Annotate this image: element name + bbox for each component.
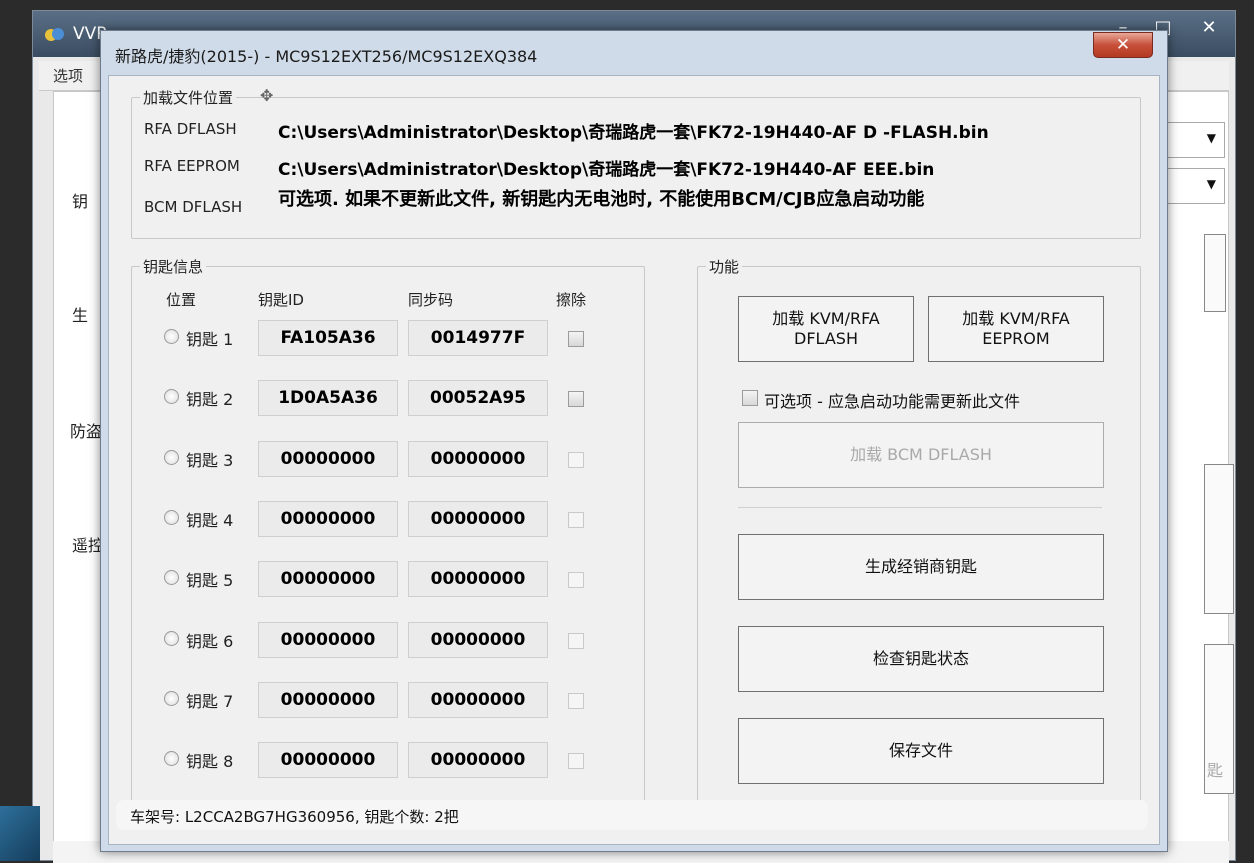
key-info-group: 钥匙信息 位置 钥匙ID 同步码 擦除 钥匙 1 FA105A36 0014977F… bbox=[131, 256, 645, 802]
status-text: 车架号: L2CCA2BG7HG360956, 钥匙个数: 2把 bbox=[130, 808, 459, 826]
key-radio[interactable] bbox=[164, 329, 179, 344]
key-label: 钥匙 4 bbox=[186, 511, 234, 530]
app-icon bbox=[45, 28, 64, 41]
sync-code-field: 0014977F bbox=[408, 320, 548, 356]
key-id-field: 00000000 bbox=[258, 441, 398, 477]
sync-code-field: 00052A95 bbox=[408, 380, 548, 416]
background-combo-2[interactable]: ▼ bbox=[1159, 168, 1225, 204]
background-panel-3: 匙 bbox=[1204, 644, 1234, 794]
dialog-title: 新路虎/捷豹(2015-) - MC9S12EXT256/MC9S12EXQ38… bbox=[115, 47, 538, 66]
sync-code-field: 00000000 bbox=[408, 682, 548, 718]
desktop-accent bbox=[0, 806, 40, 861]
optional-bcm-checkbox[interactable] bbox=[742, 390, 758, 406]
key-radio[interactable] bbox=[164, 570, 179, 585]
key-radio[interactable] bbox=[164, 631, 179, 646]
background-panel-text: 匙 bbox=[1207, 761, 1224, 780]
file-note: 可选项. 如果不更新此文件, 新钥匙内无电池时, 不能使用BCM/CJB应急启动… bbox=[278, 189, 925, 210]
close-icon[interactable]: ✕ bbox=[1093, 32, 1153, 58]
move-cursor-icon: ✥ bbox=[260, 86, 274, 105]
function-group: 功能 加载 KVM/RFA DFLASH 加载 KVM/RFA EEPROM 可… bbox=[697, 256, 1141, 802]
sync-code-field: 00000000 bbox=[408, 501, 548, 537]
key-id-field: FA105A36 bbox=[258, 320, 398, 356]
key-id-field: 00000000 bbox=[258, 622, 398, 658]
chevron-down-icon: ▼ bbox=[1206, 177, 1216, 191]
status-bar: 车架号: L2CCA2BG7HG360956, 钥匙个数: 2把 bbox=[116, 800, 1148, 830]
erase-checkbox[interactable] bbox=[568, 753, 584, 769]
background-panel-1 bbox=[1204, 234, 1226, 312]
key-id-field: 00000000 bbox=[258, 561, 398, 597]
background-label-key: 钥 bbox=[72, 192, 89, 211]
key-row: 钥匙 3 00000000 00000000 bbox=[132, 438, 644, 478]
dialog-client: 加载文件位置 ✥ RFA DFLASH C:\Users\Administrat… bbox=[108, 75, 1160, 845]
optional-bcm-label: 可选项 - 应急启动功能需更新此文件 bbox=[764, 392, 1020, 411]
file-label: RFA EEPROM bbox=[144, 157, 240, 175]
key-row: 钥匙 4 00000000 00000000 bbox=[132, 498, 644, 538]
key-label: 钥匙 7 bbox=[186, 692, 234, 711]
load-kvm-rfa-dflash-button[interactable]: 加载 KVM/RFA DFLASH bbox=[738, 296, 914, 362]
file-path: C:\Users\Administrator\Desktop\奇瑞路虎一套\FK… bbox=[278, 123, 989, 143]
erase-checkbox[interactable] bbox=[568, 633, 584, 649]
file-label: RFA DFLASH bbox=[144, 120, 237, 138]
header-sync-code: 同步码 bbox=[408, 291, 454, 309]
header-key-id: 钥匙ID bbox=[258, 291, 304, 309]
key-row: 钥匙 8 00000000 00000000 bbox=[132, 739, 644, 779]
erase-checkbox[interactable] bbox=[568, 572, 584, 588]
function-legend: 功能 bbox=[706, 256, 743, 277]
key-row: 钥匙 1 FA105A36 0014977F bbox=[132, 317, 644, 357]
key-programming-dialog: 新路虎/捷豹(2015-) - MC9S12EXT256/MC9S12EXQ38… bbox=[100, 30, 1168, 852]
erase-checkbox[interactable] bbox=[568, 693, 584, 709]
key-row: 钥匙 6 00000000 00000000 bbox=[132, 619, 644, 659]
key-radio[interactable] bbox=[164, 389, 179, 404]
key-label: 钥匙 3 bbox=[186, 451, 234, 470]
file-path: C:\Users\Administrator\Desktop\奇瑞路虎一套\FK… bbox=[278, 160, 935, 180]
check-key-status-button[interactable]: 检查钥匙状态 bbox=[738, 626, 1104, 692]
key-radio[interactable] bbox=[164, 691, 179, 706]
sync-code-field: 00000000 bbox=[408, 742, 548, 778]
erase-checkbox[interactable] bbox=[568, 331, 584, 347]
key-id-field: 00000000 bbox=[258, 501, 398, 537]
load-bcm-dflash-button[interactable]: 加载 BCM DFLASH bbox=[738, 422, 1104, 488]
file-location-legend: 加载文件位置 bbox=[140, 87, 237, 108]
separator bbox=[738, 507, 1102, 508]
close-icon[interactable]: ✕ bbox=[1189, 15, 1229, 41]
key-label: 钥匙 8 bbox=[186, 752, 234, 771]
sync-code-field: 00000000 bbox=[408, 441, 548, 477]
erase-checkbox[interactable] bbox=[568, 452, 584, 468]
key-row: 钥匙 2 1D0A5A36 00052A95 bbox=[132, 377, 644, 417]
background-combo-1[interactable]: ▼ bbox=[1159, 122, 1225, 158]
menu-options[interactable]: 选项 bbox=[53, 65, 83, 86]
key-id-field: 00000000 bbox=[258, 682, 398, 718]
key-label: 钥匙 6 bbox=[186, 632, 234, 651]
header-position: 位置 bbox=[166, 291, 197, 309]
sync-code-field: 00000000 bbox=[408, 622, 548, 658]
background-panel-2 bbox=[1204, 464, 1234, 614]
file-label: BCM DFLASH bbox=[144, 198, 243, 216]
save-file-button[interactable]: 保存文件 bbox=[738, 718, 1104, 784]
header-erase: 擦除 bbox=[556, 291, 587, 309]
load-kvm-rfa-eeprom-button[interactable]: 加载 KVM/RFA EEPROM bbox=[928, 296, 1104, 362]
sync-code-field: 00000000 bbox=[408, 561, 548, 597]
chevron-down-icon: ▼ bbox=[1206, 131, 1216, 145]
key-radio[interactable] bbox=[164, 450, 179, 465]
key-id-field: 1D0A5A36 bbox=[258, 380, 398, 416]
key-label: 钥匙 2 bbox=[186, 390, 234, 409]
key-radio[interactable] bbox=[164, 510, 179, 525]
key-row: 钥匙 7 00000000 00000000 bbox=[132, 679, 644, 719]
key-id-field: 00000000 bbox=[258, 742, 398, 778]
background-label-immobilizer: 防盗 bbox=[70, 422, 103, 441]
erase-checkbox[interactable] bbox=[568, 512, 584, 528]
generate-dealer-key-button[interactable]: 生成经销商钥匙 bbox=[738, 534, 1104, 600]
key-label: 钥匙 1 bbox=[186, 330, 234, 349]
erase-checkbox[interactable] bbox=[568, 391, 584, 407]
key-info-legend: 钥匙信息 bbox=[140, 256, 207, 277]
key-row: 钥匙 5 00000000 00000000 bbox=[132, 558, 644, 598]
background-label-generate: 生 bbox=[72, 306, 89, 325]
key-radio[interactable] bbox=[164, 751, 179, 766]
key-label: 钥匙 5 bbox=[186, 571, 234, 590]
file-location-group: 加载文件位置 ✥ RFA DFLASH C:\Users\Administrat… bbox=[131, 86, 1141, 239]
